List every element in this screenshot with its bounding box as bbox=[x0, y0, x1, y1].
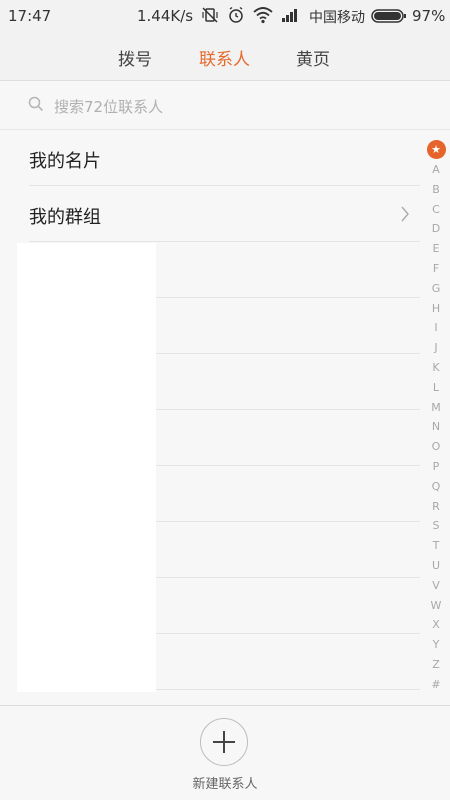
index-letter[interactable]: P bbox=[425, 457, 447, 477]
alarm-icon bbox=[227, 6, 245, 28]
tab-bar: 拨号 联系人 黄页 bbox=[0, 32, 450, 81]
my-card-row[interactable]: 我的名片 bbox=[29, 130, 420, 186]
search-placeholder: 搜索72位联系人 bbox=[54, 98, 164, 116]
carrier-name: 中国移动 bbox=[309, 10, 365, 26]
my-groups-row[interactable]: 我的群组 bbox=[29, 186, 420, 242]
tab-dialer[interactable]: 拨号 bbox=[118, 45, 152, 70]
index-letter[interactable]: C bbox=[425, 200, 447, 220]
new-contact-button[interactable] bbox=[200, 718, 248, 766]
contacts-screen: 17:47 1.44K/s 中国移动 97% 拨号 联系人 黄页 搜索72位联系… bbox=[0, 0, 450, 800]
index-letter[interactable]: T bbox=[425, 536, 447, 556]
index-letter[interactable]: U bbox=[425, 556, 447, 576]
index-letter[interactable]: X bbox=[425, 615, 447, 635]
search-bar[interactable]: 搜索72位联系人 bbox=[0, 81, 450, 130]
network-speed: 1.44K/s bbox=[137, 7, 194, 25]
new-contact-label: 新建联系人 bbox=[192, 777, 258, 792]
bottom-bar: 新建联系人 bbox=[0, 705, 450, 800]
index-letter[interactable]: H bbox=[425, 299, 447, 319]
tab-yellow-pages[interactable]: 黄页 bbox=[296, 45, 330, 70]
index-letter[interactable]: # bbox=[425, 675, 447, 695]
index-letter[interactable]: D bbox=[425, 219, 447, 239]
status-bar: 17:47 1.44K/s 中国移动 97% bbox=[0, 0, 450, 32]
alphabet-index[interactable]: ★ A B C D E F G H I J K L M N O P Q R S T U V W X Y Z # bbox=[425, 140, 447, 695]
index-letter[interactable]: M bbox=[425, 398, 447, 418]
search-icon bbox=[28, 96, 44, 116]
index-letter[interactable]: R bbox=[425, 497, 447, 517]
index-letter[interactable]: W bbox=[425, 596, 447, 616]
wifi-icon bbox=[253, 6, 273, 28]
battery-percent: 97% bbox=[412, 7, 446, 25]
redacted-names-block bbox=[17, 243, 156, 692]
my-groups-label: 我的群组 bbox=[29, 207, 101, 228]
index-letter[interactable]: F bbox=[425, 259, 447, 279]
index-letter[interactable]: A bbox=[425, 160, 447, 180]
battery-icon bbox=[371, 9, 407, 27]
my-card-label: 我的名片 bbox=[29, 151, 101, 172]
status-time: 17:47 bbox=[8, 7, 52, 25]
index-letter[interactable]: B bbox=[425, 180, 447, 200]
index-letter[interactable]: V bbox=[425, 576, 447, 596]
index-letter[interactable]: S bbox=[425, 516, 447, 536]
index-letter[interactable]: Q bbox=[425, 477, 447, 497]
index-letter[interactable]: J bbox=[425, 338, 447, 358]
vibrate-off-icon bbox=[201, 6, 219, 28]
index-letter[interactable]: G bbox=[425, 279, 447, 299]
index-letter[interactable]: Y bbox=[425, 635, 447, 655]
plus-icon bbox=[213, 731, 235, 753]
index-letter[interactable]: E bbox=[425, 239, 447, 259]
index-letter[interactable]: N bbox=[425, 417, 447, 437]
index-letter[interactable]: Z bbox=[425, 655, 447, 675]
index-letter[interactable]: O bbox=[425, 437, 447, 457]
chevron-right-icon bbox=[400, 205, 410, 227]
favorites-star-icon[interactable]: ★ bbox=[426, 140, 446, 159]
index-letter[interactable]: I bbox=[425, 318, 447, 338]
index-letter[interactable]: K bbox=[425, 358, 447, 378]
index-letter[interactable]: L bbox=[425, 378, 447, 398]
signal-icon bbox=[281, 6, 301, 28]
tab-contacts[interactable]: 联系人 bbox=[199, 45, 250, 70]
